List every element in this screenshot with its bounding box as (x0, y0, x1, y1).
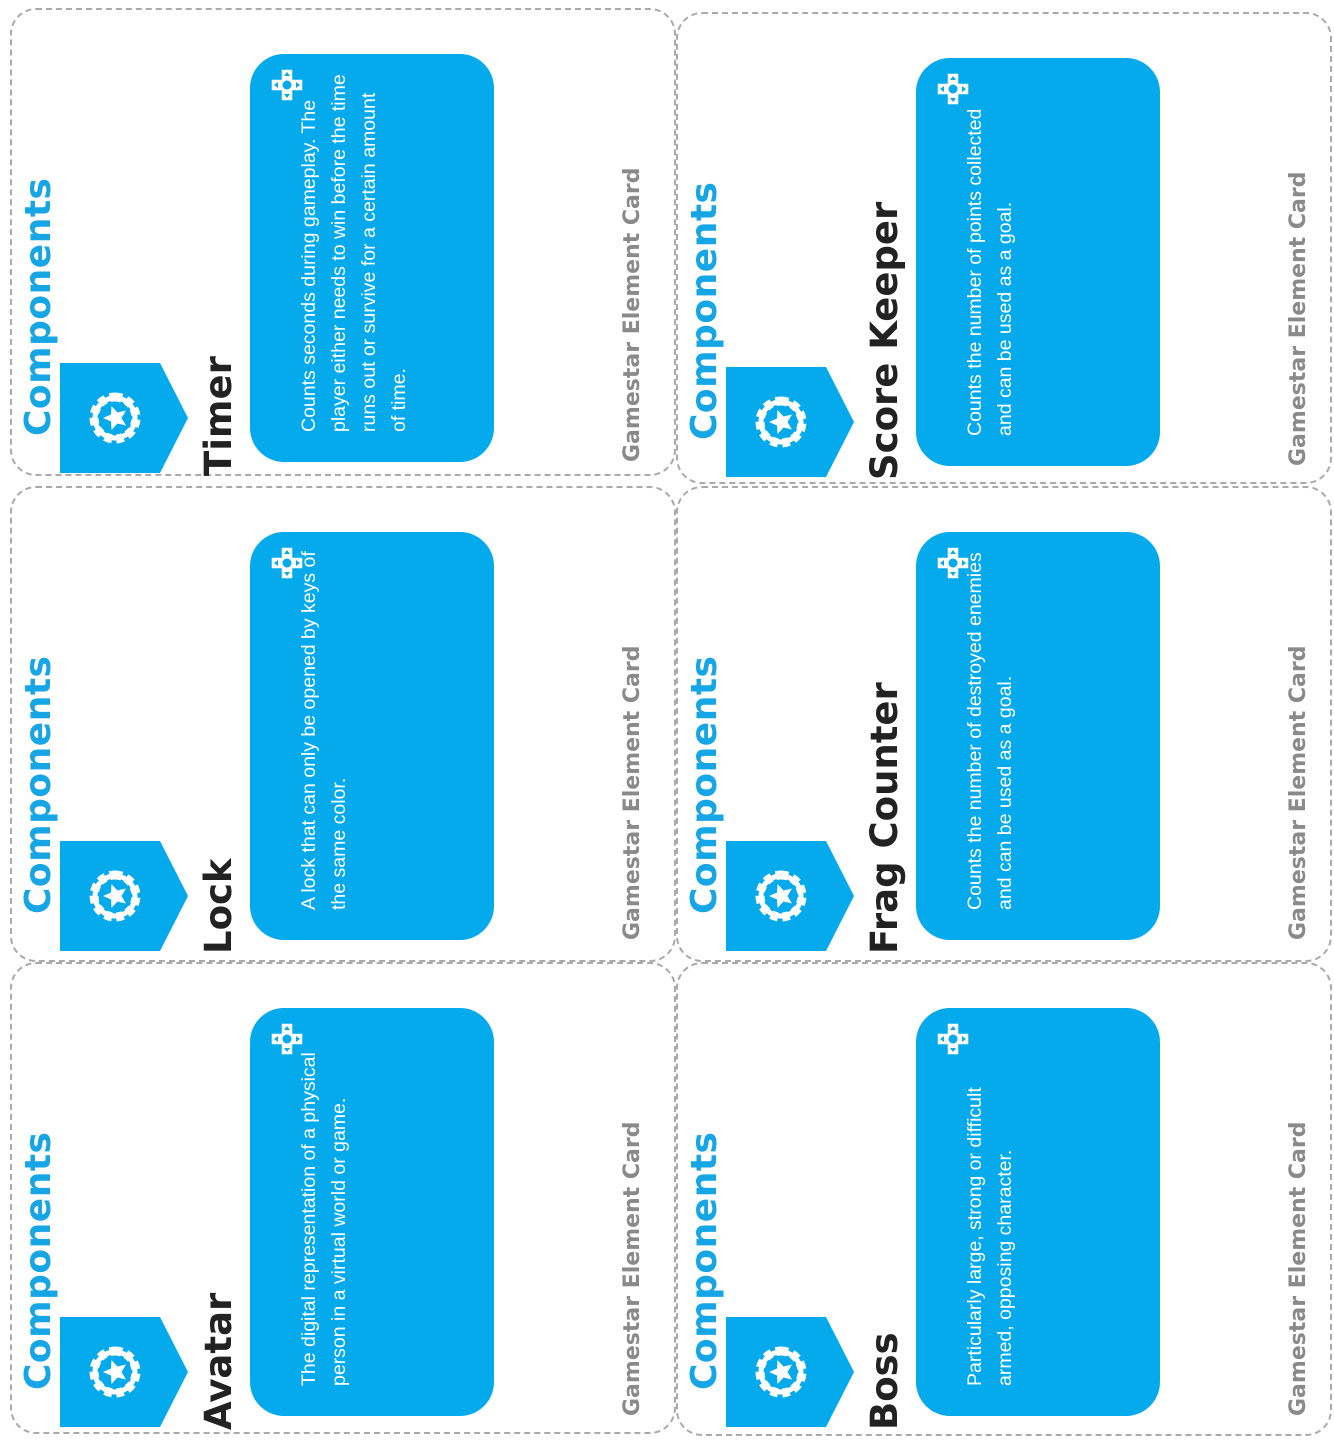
card-category: Components (684, 1131, 725, 1390)
card-footer: Gamestar Element Card (1286, 171, 1311, 466)
element-card: Components Boss Particularly large, stro… (676, 962, 1332, 1436)
card-title: Avatar (197, 1292, 240, 1430)
card-sheet: Components Timer Counts seconds during g… (0, 0, 1334, 1442)
gear-star-icon (60, 1317, 188, 1427)
card-title: Boss (863, 1332, 906, 1430)
dpad-icon (270, 68, 304, 102)
dpad-icon (936, 72, 970, 106)
dpad-icon (936, 1022, 970, 1056)
gear-star-icon (726, 1317, 854, 1427)
card-description: The digital representation of a physical… (298, 1052, 350, 1386)
card-footer: Gamestar Element Card (1286, 1121, 1311, 1416)
card-footer: Gamestar Element Card (1286, 645, 1311, 940)
description-box: The digital representation of a physical… (250, 1008, 494, 1416)
dpad-icon (936, 546, 970, 580)
card-description: Particularly large, strong or difficult … (964, 1087, 1016, 1386)
element-card: Components Avatar The digital representa… (10, 962, 676, 1434)
card-footer: Gamestar Element Card (620, 1121, 645, 1416)
card-category: Components (18, 1131, 59, 1390)
description-box: Particularly large, strong or difficult … (916, 1008, 1160, 1416)
card-footer: Gamestar Element Card (620, 645, 645, 940)
dpad-icon (270, 546, 304, 580)
card-footer: Gamestar Element Card (620, 167, 645, 462)
dpad-icon (270, 1022, 304, 1056)
